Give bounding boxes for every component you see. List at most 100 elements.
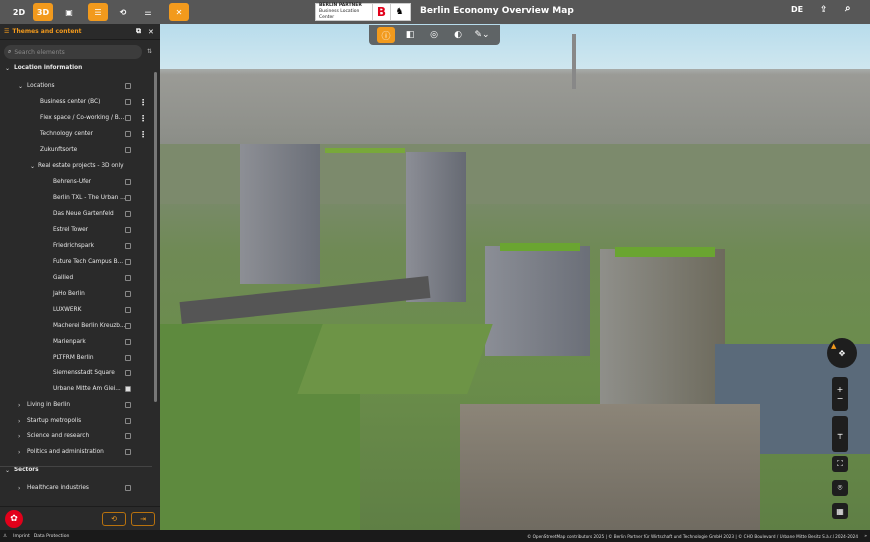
checkbox[interactable]: [125, 370, 131, 376]
collapse-panel-button[interactable]: ⇥: [131, 512, 155, 526]
undock-icon[interactable]: ⧉: [136, 27, 141, 36]
search-icon[interactable]: ⌕: [845, 3, 851, 14]
tools-icon[interactable]: ⟲: [113, 3, 133, 21]
compass[interactable]: ▲ ✥: [827, 338, 857, 368]
2d-mode-button[interactable]: 2D: [9, 3, 29, 21]
checkbox[interactable]: [125, 386, 131, 392]
checkbox[interactable]: [125, 147, 131, 153]
tree-item[interactable]: ⌄ Location information: [0, 61, 152, 75]
tree-item[interactable]: Siemensstadt Square: [0, 366, 152, 380]
more-options-icon[interactable]: ⋮: [139, 98, 147, 107]
reset-button[interactable]: ⟲: [102, 512, 126, 526]
checkbox[interactable]: [125, 418, 131, 424]
tree-item[interactable]: ⌄ Real estate projects - 3D only: [0, 159, 152, 173]
tree-item[interactable]: Das Neue Gartenfeld: [0, 207, 152, 221]
expand-attribution-icon[interactable]: »: [864, 534, 867, 539]
checkbox[interactable]: [125, 449, 131, 455]
berlin-badge-icon[interactable]: ✿: [5, 510, 23, 528]
tree-item[interactable]: Zukunftsorte: [0, 143, 152, 157]
tree-item-label: PLTFRM Berlin: [53, 355, 94, 361]
attribution: © OpenStreetMap contributors 2025 | © Be…: [527, 533, 858, 539]
tree-item[interactable]: Behrens-Ufer: [0, 175, 152, 189]
checkbox[interactable]: [125, 275, 131, 281]
tilt-slider[interactable]: ┬: [832, 416, 848, 452]
search-input[interactable]: ⌕ Search elements: [4, 45, 142, 59]
privacy-link[interactable]: Data Protection: [34, 534, 70, 539]
layers-icon[interactable]: ☰: [88, 3, 108, 21]
checkbox[interactable]: [125, 355, 131, 361]
checkbox[interactable]: [125, 227, 131, 233]
3d-mode-button[interactable]: 3D: [33, 3, 53, 21]
tree-item[interactable]: › Politics and administration: [0, 445, 152, 459]
scrollbar[interactable]: [153, 68, 158, 508]
checkbox[interactable]: [125, 307, 131, 313]
chevron-down-icon[interactable]: ⌄: [5, 467, 10, 474]
view-icon[interactable]: ⛶: [832, 456, 848, 472]
target-icon[interactable]: ◎: [425, 27, 443, 43]
chevron-down-icon[interactable]: ⌄: [30, 163, 35, 170]
shadow-icon[interactable]: ◐: [449, 27, 467, 43]
split-view-icon[interactable]: ◧: [401, 27, 419, 43]
checkbox[interactable]: [125, 211, 131, 217]
tree-item[interactable]: JaHo Berlin: [0, 287, 152, 301]
overview-map-icon[interactable]: ▦: [832, 503, 848, 519]
location-icon[interactable]: ⌾: [832, 480, 848, 496]
checkbox[interactable]: [125, 179, 131, 185]
zoom-in-button[interactable]: +: [837, 385, 844, 394]
checkbox[interactable]: [125, 243, 131, 249]
checkbox[interactable]: [125, 485, 131, 491]
checkbox[interactable]: [125, 195, 131, 201]
berlin-partner-logo[interactable]: BERLIN PARTNER Business Location Center B…: [315, 3, 411, 21]
imprint-link[interactable]: Imprint: [13, 534, 30, 539]
draw-icon[interactable]: ✎⌄: [473, 27, 491, 43]
tree-item[interactable]: Business center (BC) ⋮: [0, 95, 152, 109]
chevron-right-icon[interactable]: ›: [18, 433, 20, 440]
image-icon[interactable]: ▣: [59, 3, 79, 21]
tree-item[interactable]: Berlin TXL - The Urban ...: [0, 191, 152, 205]
tree-item[interactable]: Marienpark: [0, 335, 152, 349]
checkbox[interactable]: [125, 99, 131, 105]
tree-item[interactable]: ⌄ Locations: [0, 79, 152, 93]
sort-icon[interactable]: ⇅: [147, 48, 152, 55]
checkbox[interactable]: [125, 291, 131, 297]
zoom-out-button[interactable]: −: [837, 394, 844, 403]
collapse-icon[interactable]: ✕: [169, 3, 189, 21]
more-options-icon[interactable]: ⋮: [139, 130, 147, 139]
tree-item[interactable]: › Living in Berlin: [0, 398, 152, 412]
3d-map-view[interactable]: [160, 24, 870, 530]
checkbox[interactable]: [125, 323, 131, 329]
checkbox[interactable]: [125, 83, 131, 89]
map-tools-bar: ⓘ ◧ ◎ ◐ ✎⌄: [369, 25, 500, 45]
tree-item[interactable]: › Science and research: [0, 429, 152, 443]
more-options-icon[interactable]: ⋮: [139, 114, 147, 123]
settings-sliders-icon[interactable]: ⚌: [138, 3, 158, 21]
tree-item[interactable]: Technology center ⋮: [0, 127, 152, 141]
tree-item[interactable]: › Startup metropolis: [0, 414, 152, 428]
tree-item[interactable]: Friedrichspark: [0, 239, 152, 253]
checkbox[interactable]: [125, 339, 131, 345]
info-icon[interactable]: ⓘ: [377, 27, 395, 43]
tree-item[interactable]: Estrel Tower: [0, 223, 152, 237]
tree-item[interactable]: Macherei Berlin Kreuzb...: [0, 319, 152, 333]
checkbox[interactable]: [125, 131, 131, 137]
chevron-right-icon[interactable]: ›: [18, 485, 20, 492]
language-button[interactable]: DE: [791, 5, 803, 14]
share-icon[interactable]: ⇪: [820, 5, 828, 15]
checkbox[interactable]: [125, 433, 131, 439]
tree-item[interactable]: Gallied: [0, 271, 152, 285]
tree-item[interactable]: LUXWERK: [0, 303, 152, 317]
tree-item[interactable]: › Healthcare industries: [0, 481, 152, 495]
checkbox[interactable]: [125, 259, 131, 265]
chevron-right-icon[interactable]: ›: [18, 402, 20, 409]
chevron-down-icon[interactable]: ⌄: [18, 83, 23, 90]
checkbox[interactable]: [125, 115, 131, 121]
tree-item[interactable]: PLTFRM Berlin: [0, 351, 152, 365]
chevron-down-icon[interactable]: ⌄: [5, 65, 10, 72]
tree-item[interactable]: Flex space / Co-working / B... ⋮: [0, 111, 152, 125]
tree-item[interactable]: Future Tech Campus B...: [0, 255, 152, 269]
chevron-right-icon[interactable]: ›: [18, 449, 20, 456]
chevron-right-icon[interactable]: ›: [18, 418, 20, 425]
tree-item[interactable]: Urbane Mitte Am Glei...: [0, 382, 152, 396]
checkbox[interactable]: [125, 402, 131, 408]
close-icon[interactable]: ✕: [148, 28, 154, 36]
